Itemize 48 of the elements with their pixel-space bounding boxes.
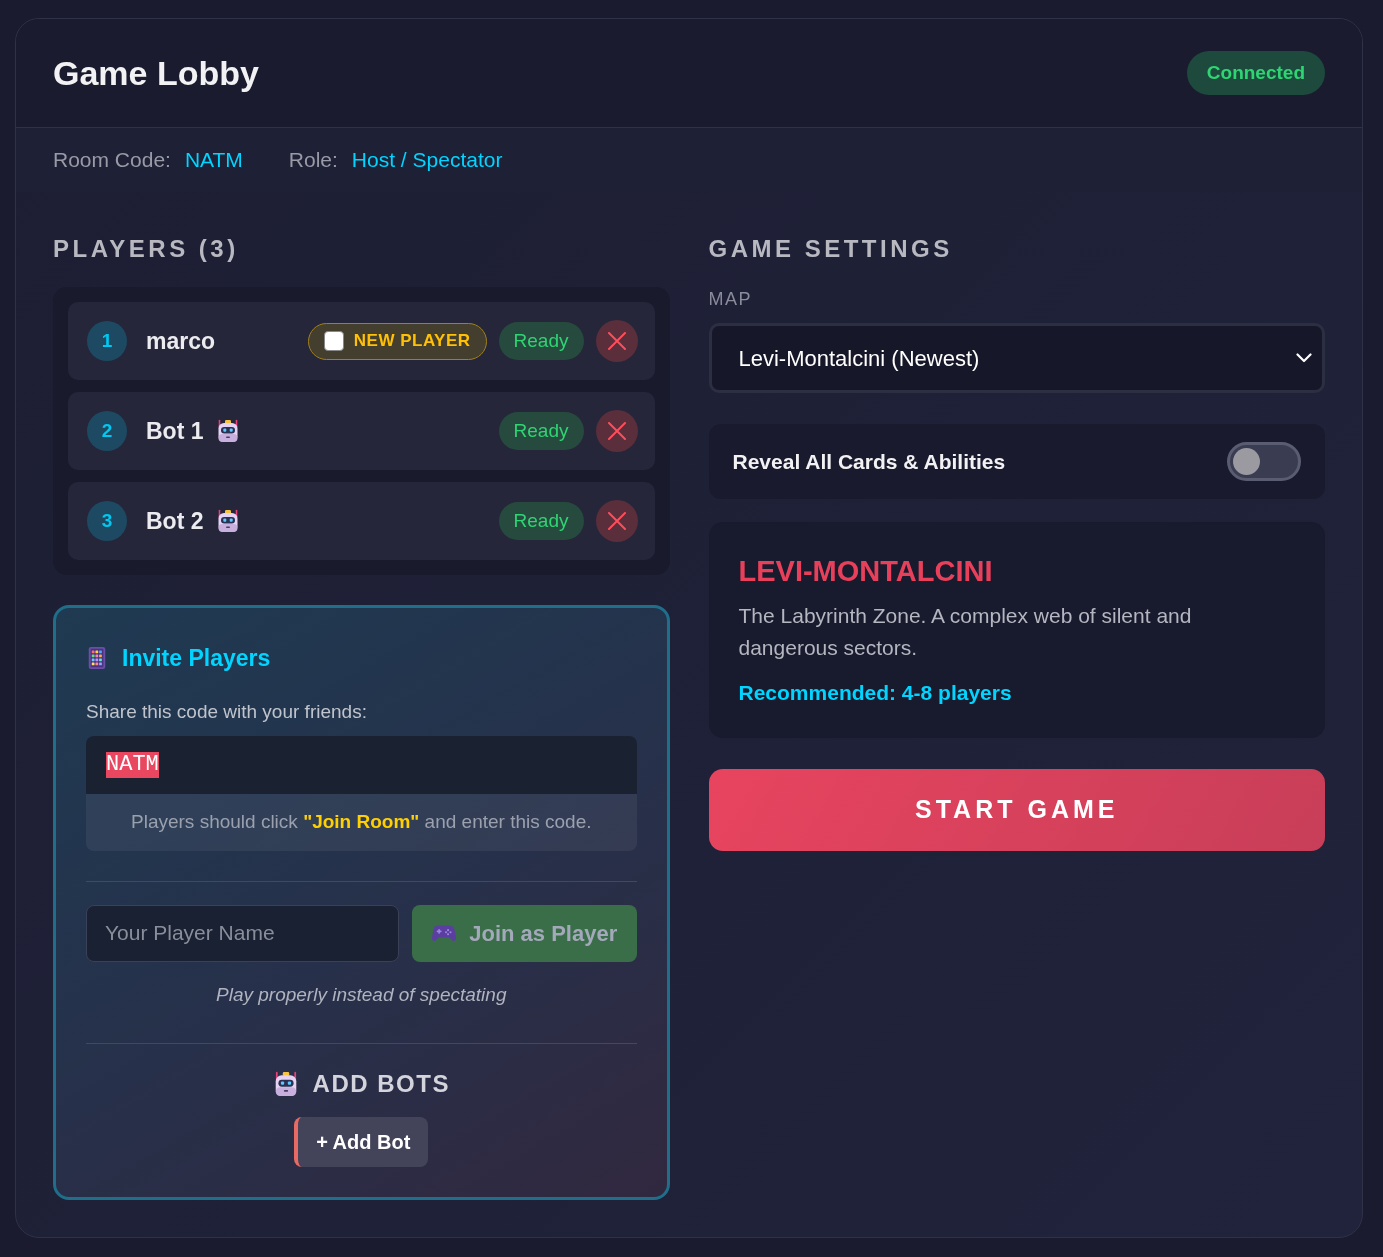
- new-player-checkbox[interactable]: [323, 331, 344, 351]
- player-name: Bot 1: [146, 416, 204, 446]
- recommended-players-text: Recommended: 4-8 players: [738, 680, 1013, 706]
- player-number-badge: 3: [87, 501, 127, 541]
- section-heading: GAME SETTINGS: [708, 234, 954, 264]
- invite-title: Invite Players: [122, 644, 271, 673]
- toggle-label: Reveal All Cards & Abilities: [732, 448, 1006, 475]
- player-name: marco: [146, 326, 216, 356]
- share-prompt: Share this code with your friends:: [86, 699, 368, 724]
- add-bot-button[interactable]: + Add Bot: [294, 1116, 429, 1167]
- ready-status-badge: Ready: [498, 412, 584, 450]
- ready-status-badge: Ready: [498, 502, 584, 540]
- room-code-field[interactable]: NATM: [86, 735, 637, 794]
- new-player-tag[interactable]: NEW PLAYER: [307, 322, 487, 360]
- close-icon: [607, 422, 626, 440]
- page-title: Game Lobby: [53, 52, 259, 94]
- join-note-text: Play properly instead of spectating: [215, 982, 508, 1007]
- info-label: Role:: [288, 147, 338, 174]
- start-game-button[interactable]: START GAME: [708, 769, 1325, 851]
- add-bots-heading: ADD BOTS: [312, 1068, 450, 1099]
- info-label: Room Code:: [53, 147, 171, 174]
- toggle-switch[interactable]: [1227, 442, 1301, 481]
- chevron-down-icon: [1296, 353, 1312, 363]
- info-value: Host / Spectator: [351, 147, 503, 174]
- robot-icon: [215, 419, 240, 443]
- map-select[interactable]: Levi-Montalcini (Newest): [708, 323, 1325, 393]
- join-instruction-text: Players should click "Join Room" and enter this code.: [131, 809, 592, 834]
- phone-icon: [86, 647, 108, 670]
- robot-icon: [215, 509, 240, 533]
- connection-status-badge: Connected: [1186, 51, 1325, 95]
- room-code-text: NATM: [106, 751, 159, 778]
- remove-player-button[interactable]: [595, 500, 638, 542]
- new-player-label: NEW PLAYER: [353, 330, 471, 353]
- map-description: The Labyrinth Zone. A complex web of silent and dangerous sectors.: [738, 603, 1193, 661]
- player-number-badge: 1: [87, 321, 127, 361]
- info-value: NATM: [184, 147, 243, 174]
- map-name-title: LEVI-MONTALCINI: [738, 554, 994, 589]
- close-icon: [607, 512, 626, 530]
- player-name: Bot 2: [146, 506, 204, 536]
- player-number-badge: 2: [87, 411, 127, 451]
- map-label: MAP: [708, 288, 753, 311]
- close-icon: [607, 332, 626, 350]
- player-name-field[interactable]: Your Player Name: [86, 904, 399, 962]
- remove-player-button[interactable]: [595, 320, 638, 362]
- ready-status-badge: Ready: [498, 322, 584, 360]
- section-heading: PLAYERS (3): [53, 234, 240, 264]
- map-select-value: Levi-Montalcini (Newest): [738, 344, 980, 373]
- remove-player-button[interactable]: [595, 410, 638, 452]
